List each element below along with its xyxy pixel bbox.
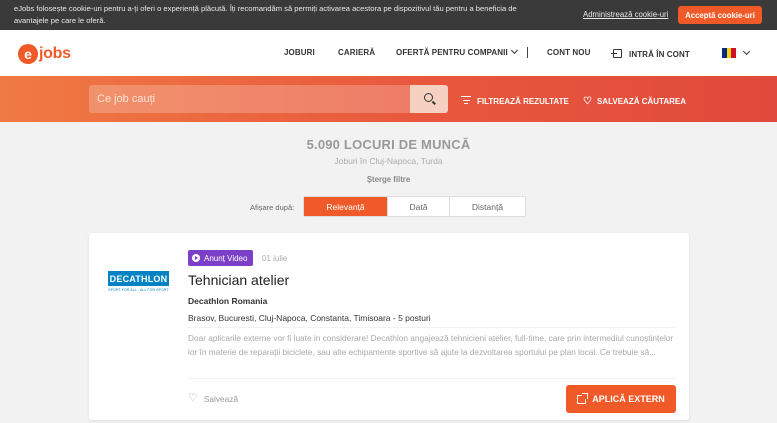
sort-label: Afișare după: [250, 203, 295, 212]
heart-icon: ♡ [583, 96, 592, 107]
card-divider [188, 327, 676, 328]
romanian-flag-icon[interactable] [722, 48, 737, 58]
nav-login-label: INTRĂ ÎN CONT [629, 50, 690, 59]
filter-results-link[interactable]: FILTREAZĂ REZULTATE [461, 96, 569, 106]
video-badge-label: Anunț Video [204, 253, 248, 263]
play-icon [192, 254, 200, 262]
cookie-text: eJobs folosește cookie-uri pentru a-ți o… [14, 4, 517, 25]
search-icon [424, 93, 433, 102]
site-header: e jobs JOBURI CARIERĂ OFERTĂ PENTRU COMP… [0, 30, 777, 76]
job-description: Doar aplicarile externe vor fi luate in … [188, 333, 674, 357]
logo-text: jobs [39, 45, 71, 62]
filter-icon [461, 96, 471, 105]
job-locations: Brasov, Bucuresti, Cluj-Napoca, Constant… [188, 313, 431, 323]
chevron-down-icon [510, 46, 518, 55]
save-search-label: SALVEAZĂ CĂUTAREA [596, 97, 687, 106]
apply-label: APLICĂ EXTERN [592, 394, 665, 404]
login-icon [611, 49, 622, 58]
save-job-label: Salvează [203, 393, 239, 404]
language-chevron-icon[interactable] [742, 47, 751, 56]
job-date: 01 iulie [262, 254, 288, 263]
ejobs-logo[interactable]: e jobs [18, 42, 71, 66]
nav-new-account[interactable]: CONT NOU [547, 48, 590, 57]
nav-career[interactable]: CARIERĂ [338, 48, 375, 57]
filter-results-label: FILTREAZĂ REZULTATE [477, 97, 569, 106]
nav-separator [527, 47, 528, 58]
decathlon-logo-tagline: SPORT FOR ALL · ALL FOR SPORT [108, 288, 169, 292]
sort-distance-button[interactable]: Distanță [450, 197, 525, 216]
decathlon-logo: DECATHLON [108, 271, 169, 286]
cookie-bar: eJobs folosește cookie-uri pentru a-ți o… [0, 0, 777, 30]
sort-options: Relevanță Dată Distanță [303, 196, 526, 217]
external-link-icon [577, 392, 589, 404]
heart-outline-icon: ♡ [188, 392, 198, 404]
nav-login[interactable]: INTRĂ ÎN CONT [611, 48, 690, 59]
sort-relevance-button[interactable]: Relevanță [304, 197, 388, 216]
nav-jobs[interactable]: JOBURI [284, 48, 315, 57]
accept-cookies-button[interactable]: Acceptă cookie-uri [678, 6, 762, 24]
search-button[interactable] [410, 85, 448, 113]
company-name[interactable]: Decathlon Romania [188, 296, 267, 306]
flag-stripe-red [731, 48, 737, 58]
save-search-link[interactable]: ♡ SALVEAZĂ CĂUTAREA [583, 96, 686, 107]
sort-date-button[interactable]: Dată [388, 197, 450, 216]
card-divider-bottom [188, 378, 676, 379]
apply-external-button[interactable]: APLICĂ EXTERN [566, 385, 676, 413]
save-job-button[interactable]: ♡ Salvează [188, 393, 238, 404]
video-ad-badge: Anunț Video [188, 250, 254, 266]
job-search-input[interactable] [89, 85, 410, 113]
logo-e-circle: e [18, 44, 38, 64]
search-band: FILTREAZĂ REZULTATE ♡ SALVEAZĂ CĂUTAREA [0, 76, 777, 122]
clear-filters-link[interactable]: Șterge filtre [0, 175, 777, 184]
manage-cookies-link[interactable]: Administrează cookie-uri [583, 10, 668, 19]
nav-companies-label: OFERTĂ PENTRU COMPANII [396, 48, 508, 57]
job-title[interactable]: Tehnician atelier [188, 272, 289, 288]
results-location-subtitle: Joburi în Cluj-Napoca, Turda [334, 156, 443, 166]
nav-companies[interactable]: OFERTĂ PENTRU COMPANII [396, 46, 518, 57]
company-logo[interactable]: DECATHLON SPORT FOR ALL · ALL FOR SPORT [108, 271, 169, 297]
job-card[interactable]: DECATHLON SPORT FOR ALL · ALL FOR SPORT … [89, 233, 689, 420]
results-count-title: 5.090 LOCURI DE MUNCĂ [306, 137, 471, 152]
